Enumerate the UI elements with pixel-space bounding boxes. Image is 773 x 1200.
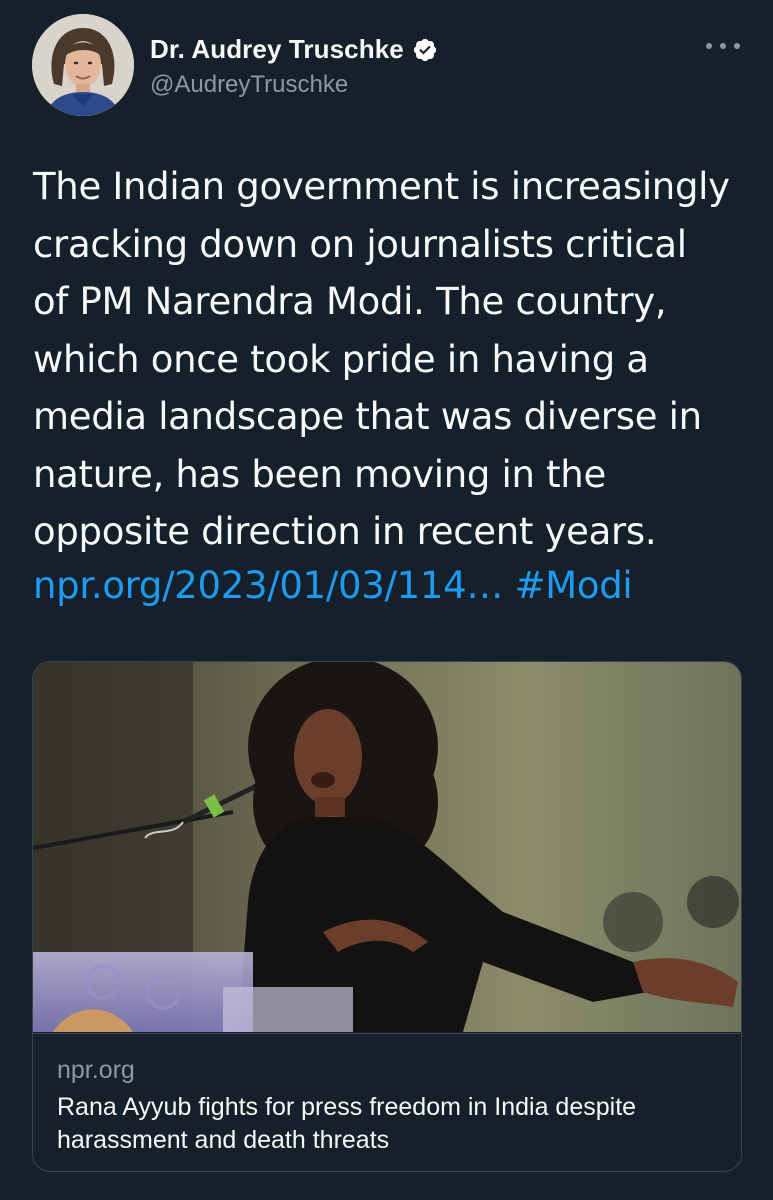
- more-dot: [720, 43, 726, 49]
- tweet-text-line: media landscape that was diverse in: [33, 395, 702, 438]
- card-title: Rana Ayyub fights for press freedom in I…: [57, 1093, 637, 1154]
- verified-badge-icon: [412, 37, 438, 63]
- link-preview-card[interactable]: npr.org Rana Ayyub fights for press free…: [32, 661, 742, 1172]
- avatar-photo: [32, 14, 134, 116]
- more-options-icon[interactable]: [706, 34, 740, 58]
- author-handle[interactable]: @AudreyTruschke: [150, 71, 348, 99]
- more-dot: [734, 43, 740, 49]
- author-name-row: Dr. Audrey Truschke: [150, 34, 438, 65]
- tweet-text-line: of PM Narendra Modi. The country,: [33, 280, 667, 323]
- article-link[interactable]: npr.org/2023/01/03/114…: [33, 564, 503, 607]
- tweet-links: npr.org/2023/01/03/114… #Modi: [33, 564, 633, 607]
- card-image: [33, 662, 741, 1032]
- tweet-text-line: opposite direction in recent years.: [33, 510, 657, 553]
- tweet-text-line: The Indian government is increasingly: [33, 165, 730, 208]
- more-dot: [706, 43, 712, 49]
- card-domain: npr.org: [57, 1056, 135, 1084]
- author-avatar[interactable]: [32, 14, 134, 116]
- hashtag-link[interactable]: #Modi: [515, 564, 633, 607]
- author-display-name[interactable]: Dr. Audrey Truschke: [150, 34, 404, 65]
- tweet-text-line: nature, has been moving in the: [33, 452, 606, 496]
- card-info: npr.org Rana Ayyub fights for press free…: [33, 1033, 741, 1171]
- tweet-text-line: cracking down on journalists critical: [33, 222, 687, 266]
- tweet-text-line: which once took pride in having a: [33, 337, 649, 381]
- tweet-text: The Indian government is increasingly cr…: [33, 158, 753, 561]
- card-photo: [33, 662, 741, 1032]
- tweet: Dr. Audrey Truschke @AudreyTruschke The …: [0, 0, 773, 1200]
